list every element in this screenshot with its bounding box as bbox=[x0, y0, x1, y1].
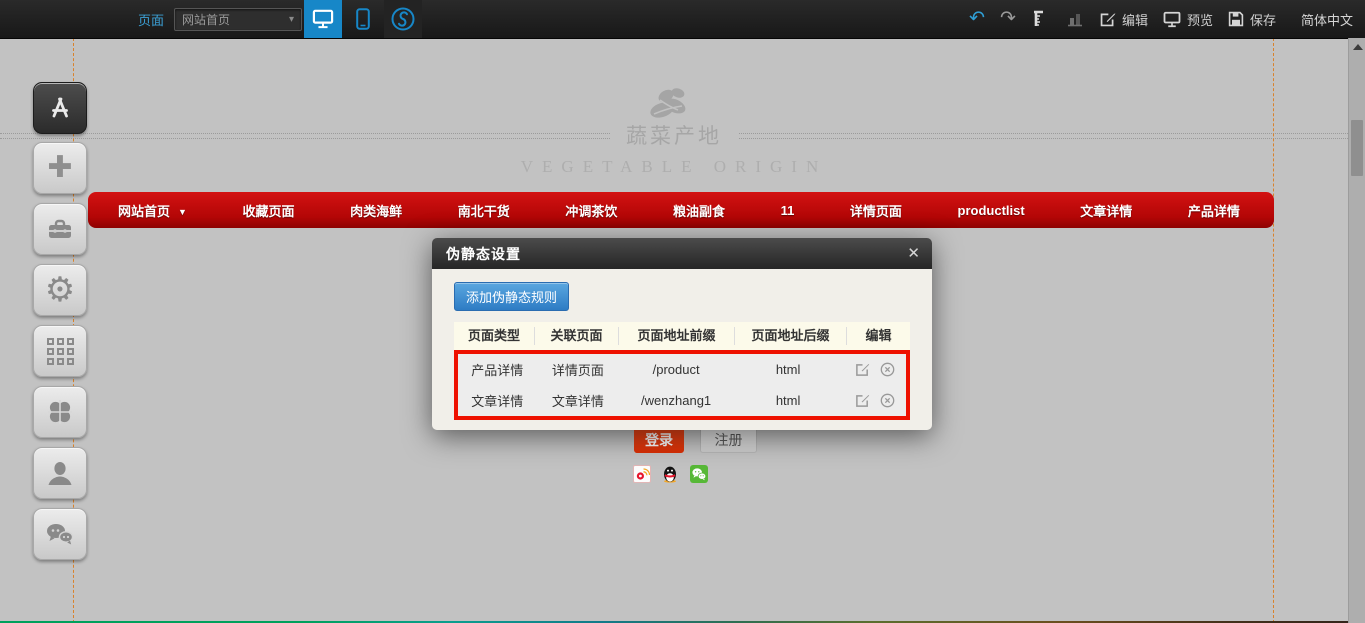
ruler-icon[interactable] bbox=[1031, 9, 1051, 29]
cell-page-type: 产品详情 bbox=[458, 360, 537, 379]
nav-item-article-detail[interactable]: 文章详情 bbox=[1080, 201, 1132, 220]
scrollbar-thumb[interactable] bbox=[1351, 120, 1363, 176]
save-icon bbox=[1228, 11, 1244, 27]
cell-url-suffix: html bbox=[733, 393, 843, 408]
register-button[interactable]: 注册 bbox=[700, 426, 757, 453]
rules-table-header: 页面类型 关联页面 页面地址前缀 页面地址后缀 编辑 bbox=[454, 322, 910, 350]
nav-item-11[interactable]: 11 bbox=[781, 203, 795, 218]
wechat-icon[interactable] bbox=[690, 465, 708, 483]
page-label: 页面 bbox=[138, 10, 164, 29]
editor-stage: 蔬菜产地 VEGETABLE ORIGIN 网站首页▼ 收藏页面 肉类海鲜 南北… bbox=[0, 0, 1365, 623]
sidebar-item-design-apps[interactable] bbox=[33, 82, 87, 134]
preview-button[interactable]: 预览 bbox=[1163, 10, 1213, 29]
nav-item-tea-drinks[interactable]: 冲调茶饮 bbox=[565, 201, 617, 220]
toolbox-icon bbox=[46, 217, 74, 241]
nav-item-productlist[interactable]: productlist bbox=[958, 203, 1025, 218]
monitor-icon bbox=[1163, 11, 1181, 28]
sidebar-item-messages[interactable] bbox=[33, 508, 87, 560]
pseudo-static-dialog: 伪静态设置 ✕ 添加伪静态规则 页面类型 关联页面 页面地址前缀 页面地址后缀 … bbox=[432, 238, 932, 430]
cell-url-prefix: /wenzhang1 bbox=[619, 393, 733, 408]
rules-table: 页面类型 关联页面 页面地址前缀 页面地址后缀 编辑 产品详情 详情页面 /pr… bbox=[454, 322, 910, 420]
site-subtitle: VEGETABLE ORIGIN bbox=[0, 157, 1348, 177]
desktop-view-button[interactable] bbox=[304, 0, 342, 38]
top-toolbar: 页面 网站首页 ▾ bbox=[0, 0, 1365, 39]
user-icon bbox=[46, 460, 74, 486]
preview-label: 预览 bbox=[1187, 10, 1213, 29]
nav-item-home[interactable]: 网站首页▼ bbox=[118, 201, 187, 220]
edit-label: 编辑 bbox=[1122, 10, 1148, 29]
stats-icon[interactable] bbox=[1066, 10, 1084, 28]
login-button[interactable]: 登录 bbox=[634, 426, 684, 453]
col-actions: 编辑 bbox=[846, 327, 910, 345]
cell-linked-page: 文章详情 bbox=[537, 391, 620, 410]
nav-item-product-detail[interactable]: 产品详情 bbox=[1188, 201, 1240, 220]
dialog-title: 伪静态设置 bbox=[446, 244, 521, 264]
smartphone-icon bbox=[356, 8, 370, 30]
adaptive-view-button[interactable] bbox=[384, 0, 422, 38]
add-rule-button[interactable]: 添加伪静态规则 bbox=[454, 282, 569, 311]
sidebar-item-plugins[interactable] bbox=[33, 386, 87, 438]
sidebar-item-add-module[interactable]: ✚ bbox=[33, 142, 87, 194]
edit-rule-icon[interactable] bbox=[855, 362, 870, 377]
table-row: 产品详情 详情页面 /product html bbox=[458, 354, 906, 385]
undo-icon[interactable]: ↶ bbox=[969, 0, 985, 38]
gear-icon: ⚙ bbox=[45, 273, 75, 307]
sidebar-item-toolbox[interactable] bbox=[33, 203, 87, 255]
monitor-icon bbox=[312, 9, 334, 29]
save-button[interactable]: 保存 bbox=[1228, 10, 1276, 29]
close-icon[interactable]: ✕ bbox=[907, 238, 920, 269]
rules-highlight-box: 产品详情 详情页面 /product html bbox=[454, 350, 910, 420]
dialog-titlebar[interactable]: 伪静态设置 ✕ bbox=[432, 238, 932, 269]
cell-url-suffix: html bbox=[733, 362, 843, 377]
nav-item-meat-seafood[interactable]: 肉类海鲜 bbox=[350, 201, 402, 220]
nav-item-dry-goods[interactable]: 南北干货 bbox=[458, 201, 510, 220]
plus-icon: ✚ bbox=[47, 153, 72, 183]
nav-item-favorites[interactable]: 收藏页面 bbox=[243, 201, 295, 220]
redo-icon[interactable]: ↷ bbox=[1000, 0, 1016, 38]
table-row: 文章详情 文章详情 /wenzhang1 html bbox=[458, 385, 906, 416]
page-select[interactable]: 网站首页 ▾ bbox=[174, 8, 302, 31]
qq-icon[interactable] bbox=[661, 465, 679, 483]
delete-rule-icon[interactable] bbox=[880, 362, 895, 377]
s-curve-icon bbox=[390, 6, 416, 32]
site-navbar: 网站首页▼ 收藏页面 肉类海鲜 南北干货 冲调茶饮 粮油副食 11 详情页面 p… bbox=[88, 192, 1274, 228]
col-page-type: 页面类型 bbox=[454, 327, 534, 345]
cell-page-type: 文章详情 bbox=[458, 391, 537, 410]
weibo-icon[interactable] bbox=[633, 465, 651, 483]
delete-rule-icon[interactable] bbox=[880, 393, 895, 408]
page-select-value: 网站首页 bbox=[182, 11, 230, 28]
mobile-view-button[interactable] bbox=[344, 0, 382, 38]
clover-icon bbox=[46, 398, 74, 426]
app-store-icon bbox=[46, 95, 74, 121]
col-linked-page: 关联页面 bbox=[534, 327, 618, 345]
edit-button[interactable]: 编辑 bbox=[1099, 10, 1148, 29]
language-switcher[interactable]: 简体中文 bbox=[1301, 10, 1353, 29]
col-url-prefix: 页面地址前缀 bbox=[618, 327, 734, 345]
cell-linked-page: 详情页面 bbox=[537, 360, 620, 379]
chat-bubbles-icon bbox=[45, 521, 75, 547]
sidebar-item-settings[interactable]: ⚙ bbox=[33, 264, 87, 316]
chevron-down-icon: ▼ bbox=[178, 207, 187, 217]
nav-item-grain-oil[interactable]: 粮油副食 bbox=[673, 201, 725, 220]
sidebar-item-modules-grid[interactable] bbox=[33, 325, 87, 377]
scroll-up-icon[interactable] bbox=[1353, 44, 1363, 50]
sidebar-item-profile[interactable] bbox=[33, 447, 87, 499]
cell-url-prefix: /product bbox=[619, 362, 733, 377]
edit-rule-icon[interactable] bbox=[855, 393, 870, 408]
chevron-down-icon: ▾ bbox=[289, 14, 294, 25]
pencil-square-icon bbox=[1099, 11, 1116, 28]
save-label: 保存 bbox=[1250, 10, 1276, 29]
dialog-body: 添加伪静态规则 页面类型 关联页面 页面地址前缀 页面地址后缀 编辑 产品详情 … bbox=[432, 269, 932, 430]
site-title: 蔬菜产地 bbox=[0, 120, 1348, 150]
vertical-scrollbar[interactable] bbox=[1348, 38, 1365, 623]
nav-item-detail-page[interactable]: 详情页面 bbox=[850, 201, 902, 220]
grid-icon bbox=[47, 338, 74, 365]
col-url-suffix: 页面地址后缀 bbox=[734, 327, 846, 345]
